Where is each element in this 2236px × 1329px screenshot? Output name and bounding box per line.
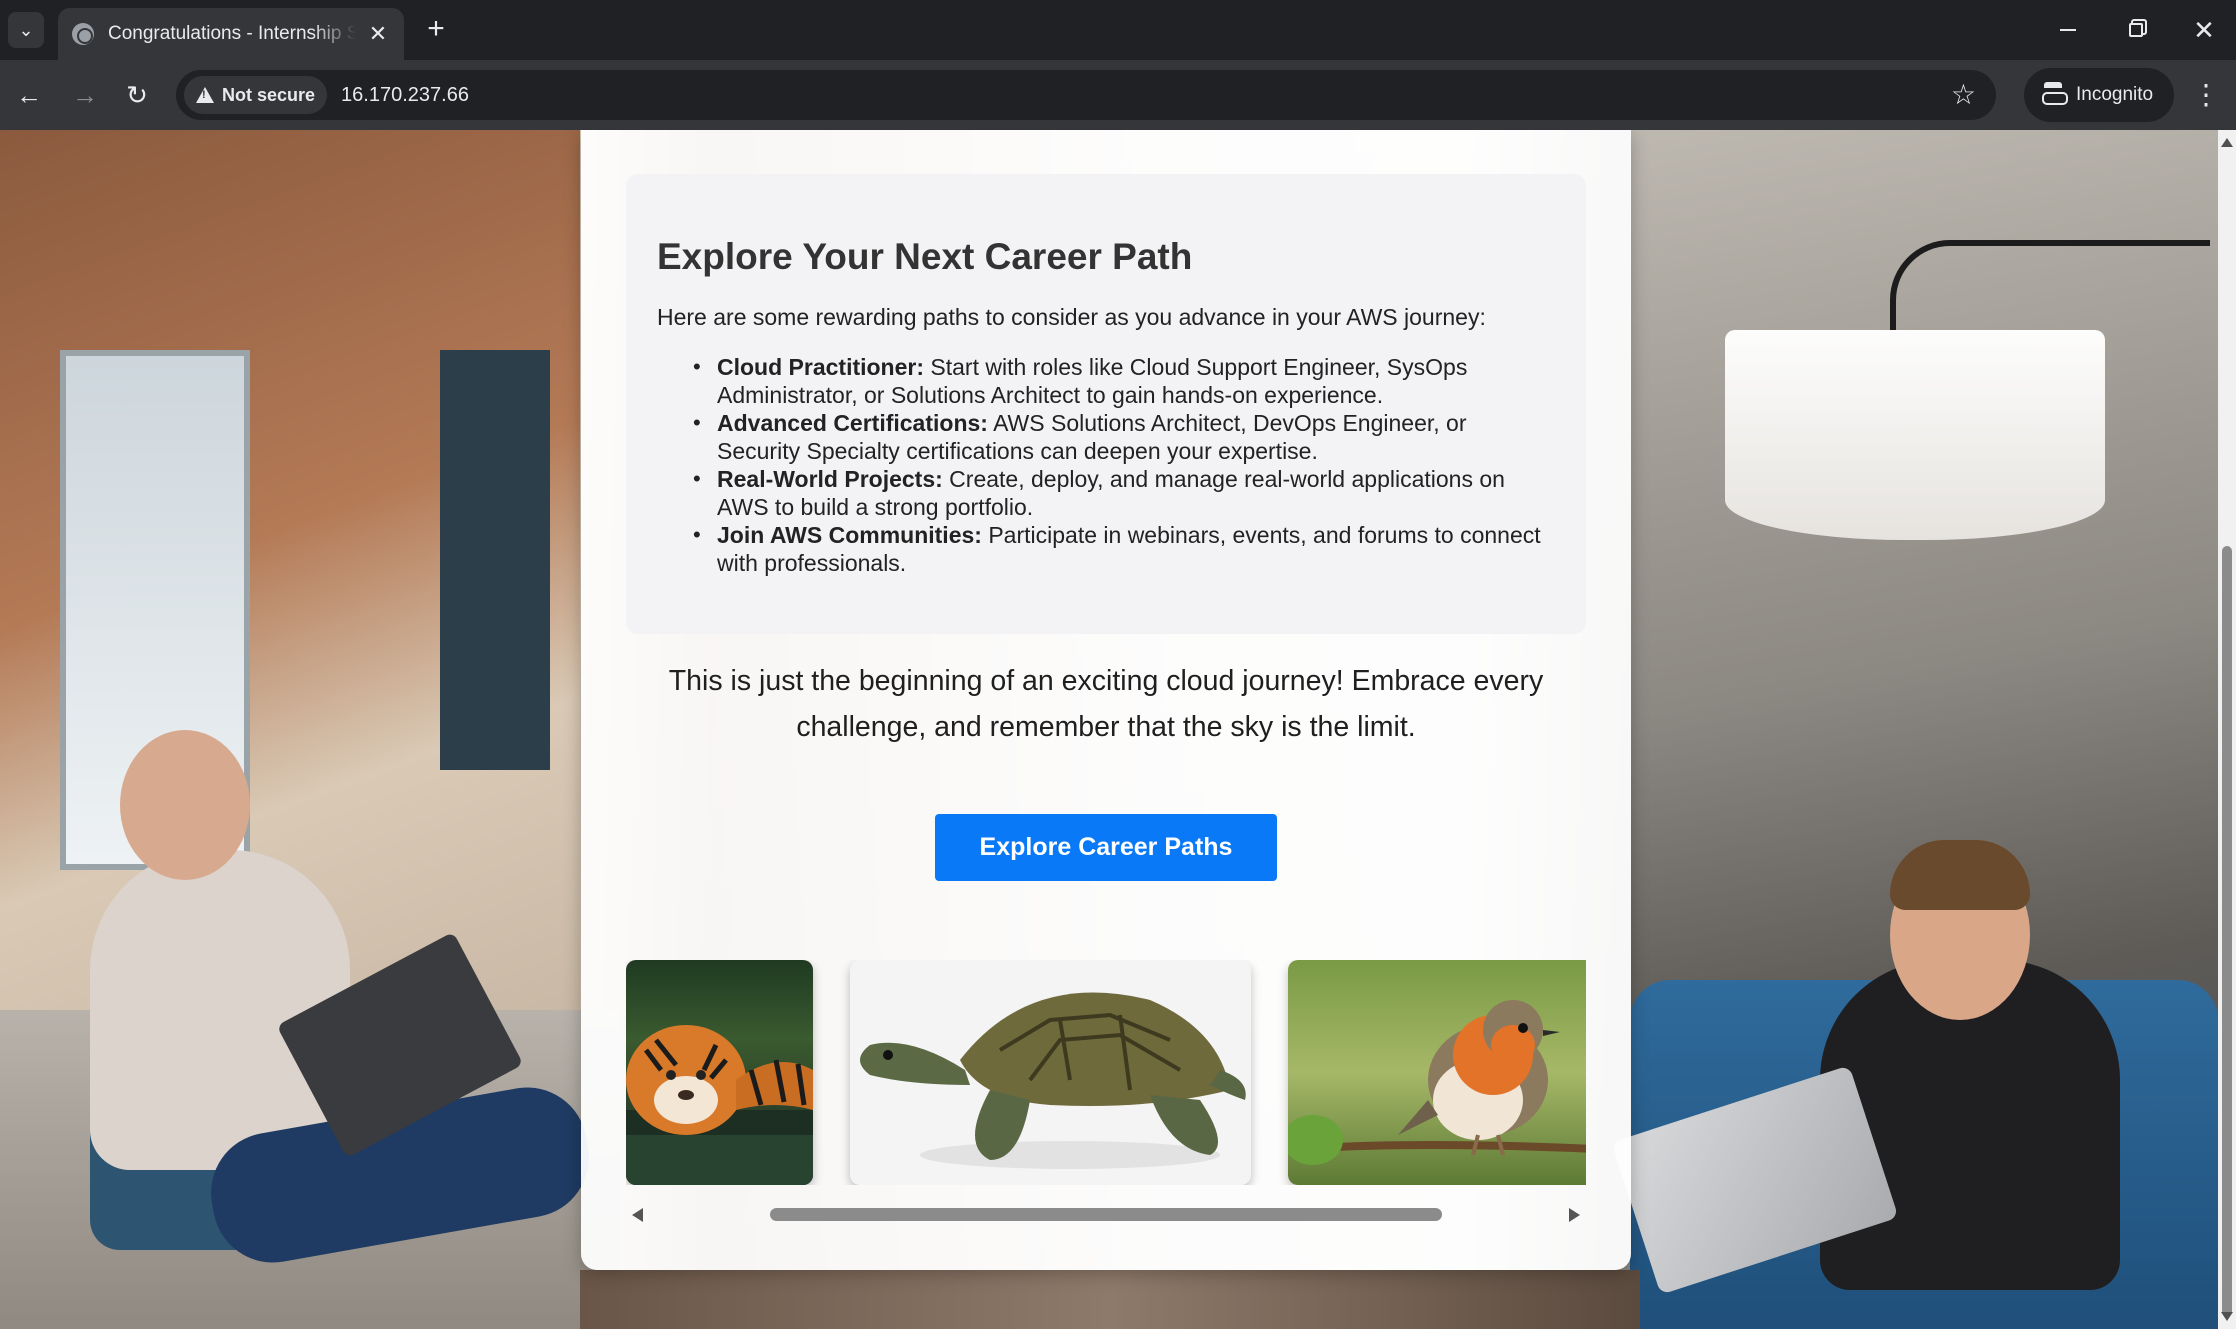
explore-career-paths-button[interactable]: Explore Career Paths — [935, 814, 1277, 881]
background-lamp-shade — [1725, 330, 2105, 540]
tab-close-icon[interactable]: ✕ — [366, 21, 390, 47]
reload-button[interactable]: ↻ — [118, 76, 156, 114]
security-indicator[interactable]: Not secure — [184, 76, 328, 114]
background-glass-panel — [440, 350, 550, 770]
tiger-illustration — [626, 1025, 813, 1185]
list-item: Real-World Projects: Create, deploy, and… — [687, 465, 1555, 521]
robin-illustration — [1288, 1000, 1586, 1165]
career-title: Explore Your Next Career Path — [657, 236, 1193, 277]
robin-image — [1288, 960, 1586, 1185]
bookmark-star-icon[interactable]: ☆ — [1951, 78, 1976, 111]
page-scroll-thumb[interactable] — [2222, 546, 2232, 1316]
more-vertical-icon: ⋮ — [2192, 79, 2220, 110]
list-item-label: Real-World Projects: — [717, 466, 943, 492]
arrow-left-icon: ← — [16, 79, 42, 110]
arrow-right-icon: → — [72, 79, 98, 110]
image-gallery[interactable] — [626, 960, 1586, 1185]
scroll-down-icon[interactable] — [2221, 1312, 2233, 1321]
gallery-scroll-thumb[interactable] — [770, 1208, 1442, 1221]
turtle-image — [850, 960, 1251, 1185]
list-item: Advanced Certifications: AWS Solutions A… — [687, 409, 1555, 465]
warning-icon — [196, 87, 214, 103]
journey-message: This is just the beginning of an excitin… — [668, 665, 1544, 743]
new-tab-button[interactable]: + — [420, 14, 452, 46]
background-floor-bottom — [580, 1270, 1640, 1329]
career-intro: Here are some rewarding paths to conside… — [657, 304, 1486, 330]
tab-search-button[interactable]: ⌄ — [8, 12, 44, 48]
reload-icon: ↻ — [126, 79, 148, 110]
active-tab[interactable]: Congratulations - Internship Student ✕ — [58, 8, 404, 60]
list-item-label: Join AWS Communities: — [717, 522, 982, 548]
list-item: Join AWS Communities: Participate in web… — [687, 521, 1555, 577]
incognito-indicator[interactable]: Incognito — [2024, 68, 2174, 122]
restore-icon — [2129, 23, 2143, 37]
minimize-icon — [2060, 29, 2076, 31]
address-bar[interactable]: Not secure 16.170.237.66 ☆ — [176, 70, 1996, 120]
minimize-button[interactable] — [2048, 12, 2088, 48]
security-label: Not secure — [222, 84, 316, 105]
background-person-left-head — [120, 730, 250, 880]
list-item-label: Cloud Practitioner: — [717, 354, 925, 380]
career-list: Cloud Practitioner: Start with roles lik… — [657, 353, 1555, 577]
chevron-down-icon: ⌄ — [18, 19, 34, 40]
gallery-scrollbar[interactable] — [626, 1202, 1586, 1228]
restore-button[interactable] — [2116, 12, 2156, 48]
url-text[interactable]: 16.170.237.66 — [341, 84, 469, 107]
globe-icon — [72, 23, 94, 45]
back-button[interactable]: ← — [10, 76, 48, 114]
background-person-right-hair — [1890, 840, 2030, 910]
tab-strip: ⌄ Congratulations - Internship Student ✕… — [0, 0, 2236, 60]
window-close-button[interactable]: ✕ — [2184, 12, 2224, 48]
background-lamp-arm — [1890, 240, 2210, 330]
page-viewport: Explore Your Next Career Path Here are s… — [0, 130, 2218, 1329]
list-item: Cloud Practitioner: Start with roles lik… — [687, 353, 1555, 409]
incognito-label: Incognito — [2076, 84, 2154, 105]
list-item-label: Advanced Certifications: — [717, 410, 988, 436]
scroll-up-icon[interactable] — [2221, 138, 2233, 147]
tab-title: Congratulations - Internship Student — [108, 23, 356, 44]
scroll-left-icon[interactable] — [632, 1208, 643, 1222]
page-scrollbar[interactable] — [2218, 130, 2236, 1329]
forward-button[interactable]: → — [66, 76, 104, 114]
close-icon: ✕ — [2193, 14, 2215, 45]
turtle-illustration — [860, 992, 1246, 1169]
scroll-right-icon[interactable] — [1569, 1208, 1580, 1222]
browser-menu-button[interactable]: ⋮ — [2192, 76, 2220, 114]
tiger-image — [626, 960, 813, 1185]
content-card: Explore Your Next Career Path Here are s… — [581, 130, 1631, 1270]
browser-toolbar: ← → ↻ Not secure 16.170.237.66 ☆ Incogni… — [0, 60, 2236, 130]
career-path-section: Explore Your Next Career Path Here are s… — [626, 174, 1586, 634]
incognito-icon — [2042, 82, 2068, 105]
